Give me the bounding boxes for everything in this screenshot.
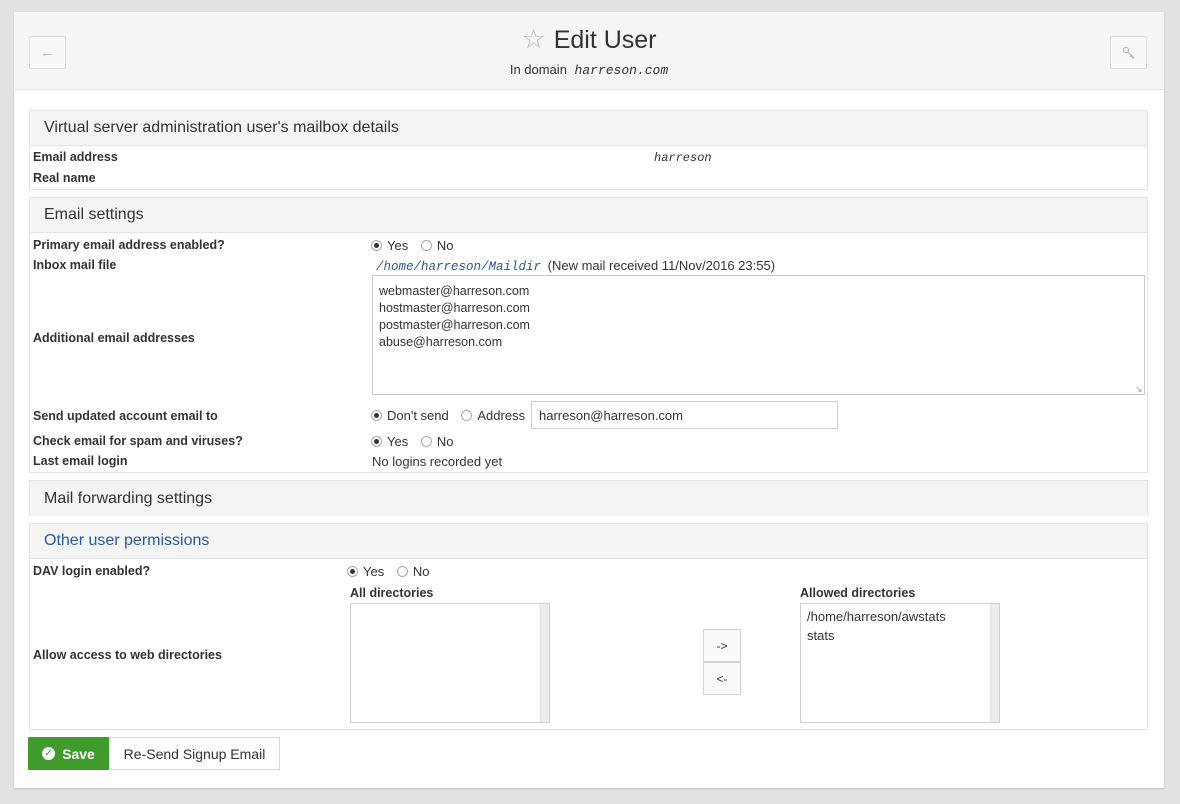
key-button[interactable]	[1110, 36, 1147, 69]
page-title-text: Edit User	[553, 26, 657, 54]
mailbox-section: Virtual server administration user's mai…	[29, 110, 1148, 190]
resize-grip-icon[interactable]: ↘	[1135, 385, 1143, 394]
send-address-input[interactable]: harreson@harreson.com	[531, 401, 838, 429]
dav-login-radios: Yes No	[347, 564, 438, 579]
dav-yes-option[interactable]: Yes	[347, 564, 384, 579]
all-directories-list[interactable]	[350, 603, 550, 723]
remove-directory-button[interactable]: <-	[703, 662, 741, 695]
send-dont-label: Don't send	[387, 408, 449, 423]
email-settings-section: Email settings Primary email address ena…	[29, 197, 1148, 473]
web-dirs-label: Allow access to web directories	[33, 648, 222, 662]
list-item[interactable]: /home/harreson/awstats	[801, 607, 999, 626]
inbox-path-link[interactable]: /home/harreson/Maildir	[376, 260, 541, 274]
additional-address-3: postmaster@harreson.com	[379, 318, 530, 332]
page-title: ☆ Edit User	[521, 26, 656, 55]
allowed-directories-items: /home/harreson/awstats stats	[801, 604, 999, 645]
save-label: Save	[62, 745, 95, 762]
subtitle-prefix: In domain	[509, 62, 567, 77]
save-button[interactable]: ✓ Save	[28, 737, 109, 770]
dav-no-option[interactable]: No	[396, 564, 430, 579]
dav-yes-label: Yes	[363, 564, 385, 579]
allowed-directories-list[interactable]: /home/harreson/awstats stats	[800, 603, 1000, 723]
primary-no-radio[interactable]	[420, 240, 432, 251]
primary-enabled-radios: Yes No	[371, 238, 462, 253]
title-wrap: ☆ Edit User	[14, 26, 1164, 55]
spam-check-radios: Yes No	[371, 434, 462, 449]
spam-check-label: Check email for spam and viruses?	[33, 434, 243, 448]
send-dont-option[interactable]: Don't send	[371, 408, 449, 423]
check-circle-icon: ✓	[42, 747, 56, 760]
forwarding-section: Mail forwarding settings	[29, 480, 1148, 516]
send-account-email-radios: Don't send Address	[371, 408, 534, 423]
email-address-value: harreson	[654, 151, 712, 165]
allowed-directories-label: Allowed directories	[800, 586, 916, 600]
real-name-label: Real name	[33, 171, 96, 185]
send-address-label: Address	[477, 408, 526, 423]
email-settings-title[interactable]: Email settings	[30, 198, 1147, 233]
additional-addresses-label: Additional email addresses	[33, 331, 195, 345]
last-login-value: No logins recorded yet	[372, 454, 503, 469]
primary-yes-label: Yes	[387, 238, 409, 253]
dav-no-radio[interactable]	[396, 566, 408, 577]
spam-yes-option[interactable]: Yes	[371, 434, 408, 449]
dav-no-label: No	[412, 564, 430, 579]
send-address-option[interactable]: Address	[461, 408, 525, 423]
spam-yes-label: Yes	[387, 434, 409, 449]
all-directories-scrollbar[interactable]	[540, 604, 549, 722]
primary-no-label: No	[436, 238, 454, 253]
dav-login-label: DAV login enabled?	[33, 564, 151, 578]
spam-no-option[interactable]: No	[420, 434, 454, 449]
primary-yes-option[interactable]: Yes	[371, 238, 408, 253]
all-directories-label: All directories	[350, 586, 434, 600]
email-address-label: Email address	[33, 150, 118, 164]
spam-no-radio[interactable]	[420, 436, 432, 447]
additional-address-2: hostmaster@harreson.com	[379, 301, 530, 315]
dav-yes-radio[interactable]	[347, 566, 358, 577]
key-icon	[1122, 46, 1134, 59]
resend-signup-button[interactable]: Re-Send Signup Email	[109, 737, 280, 770]
inbox-note: (New mail received 11/Nov/2016 23:55)	[547, 258, 776, 273]
domain-name: harreson.com	[574, 63, 669, 78]
spam-yes-radio[interactable]	[371, 436, 382, 447]
forwarding-section-title[interactable]: Mail forwarding settings	[30, 481, 1147, 516]
primary-enabled-label: Primary email address enabled?	[33, 238, 225, 252]
additional-address-4: abuse@harreson.com	[379, 335, 503, 349]
send-account-email-label: Send updated account email to	[33, 409, 218, 423]
primary-yes-radio[interactable]	[371, 240, 382, 251]
edit-user-panel: ← ☆ Edit User In domain harreson.com Vir…	[14, 12, 1164, 788]
add-directory-button[interactable]: ->	[703, 629, 741, 662]
inbox-file-value: /home/harreson/Maildir (New mail receive…	[376, 258, 775, 274]
send-dont-radio[interactable]	[371, 410, 382, 421]
mailbox-section-title[interactable]: Virtual server administration user's mai…	[30, 111, 1147, 146]
star-outline-icon[interactable]: ☆	[521, 26, 545, 53]
allowed-directories-scrollbar[interactable]	[990, 604, 999, 722]
additional-address-1: webmaster@harreson.com	[379, 284, 530, 298]
permissions-section: Other user permissions DAV login enabled…	[29, 523, 1148, 730]
primary-no-option[interactable]: No	[420, 238, 454, 253]
permissions-section-title[interactable]: Other user permissions	[30, 524, 1147, 559]
inbox-file-label: Inbox mail file	[33, 258, 117, 272]
spam-no-label: No	[436, 434, 454, 449]
send-address-radio[interactable]	[461, 410, 473, 421]
additional-addresses-textarea[interactable]: webmaster@harreson.com hostmaster@harres…	[372, 275, 1145, 395]
list-item[interactable]: stats	[801, 626, 999, 645]
page-header: ← ☆ Edit User In domain harreson.com	[14, 12, 1164, 90]
page-subtitle: In domain harreson.com	[14, 62, 1164, 78]
last-login-label: Last email login	[33, 454, 128, 468]
